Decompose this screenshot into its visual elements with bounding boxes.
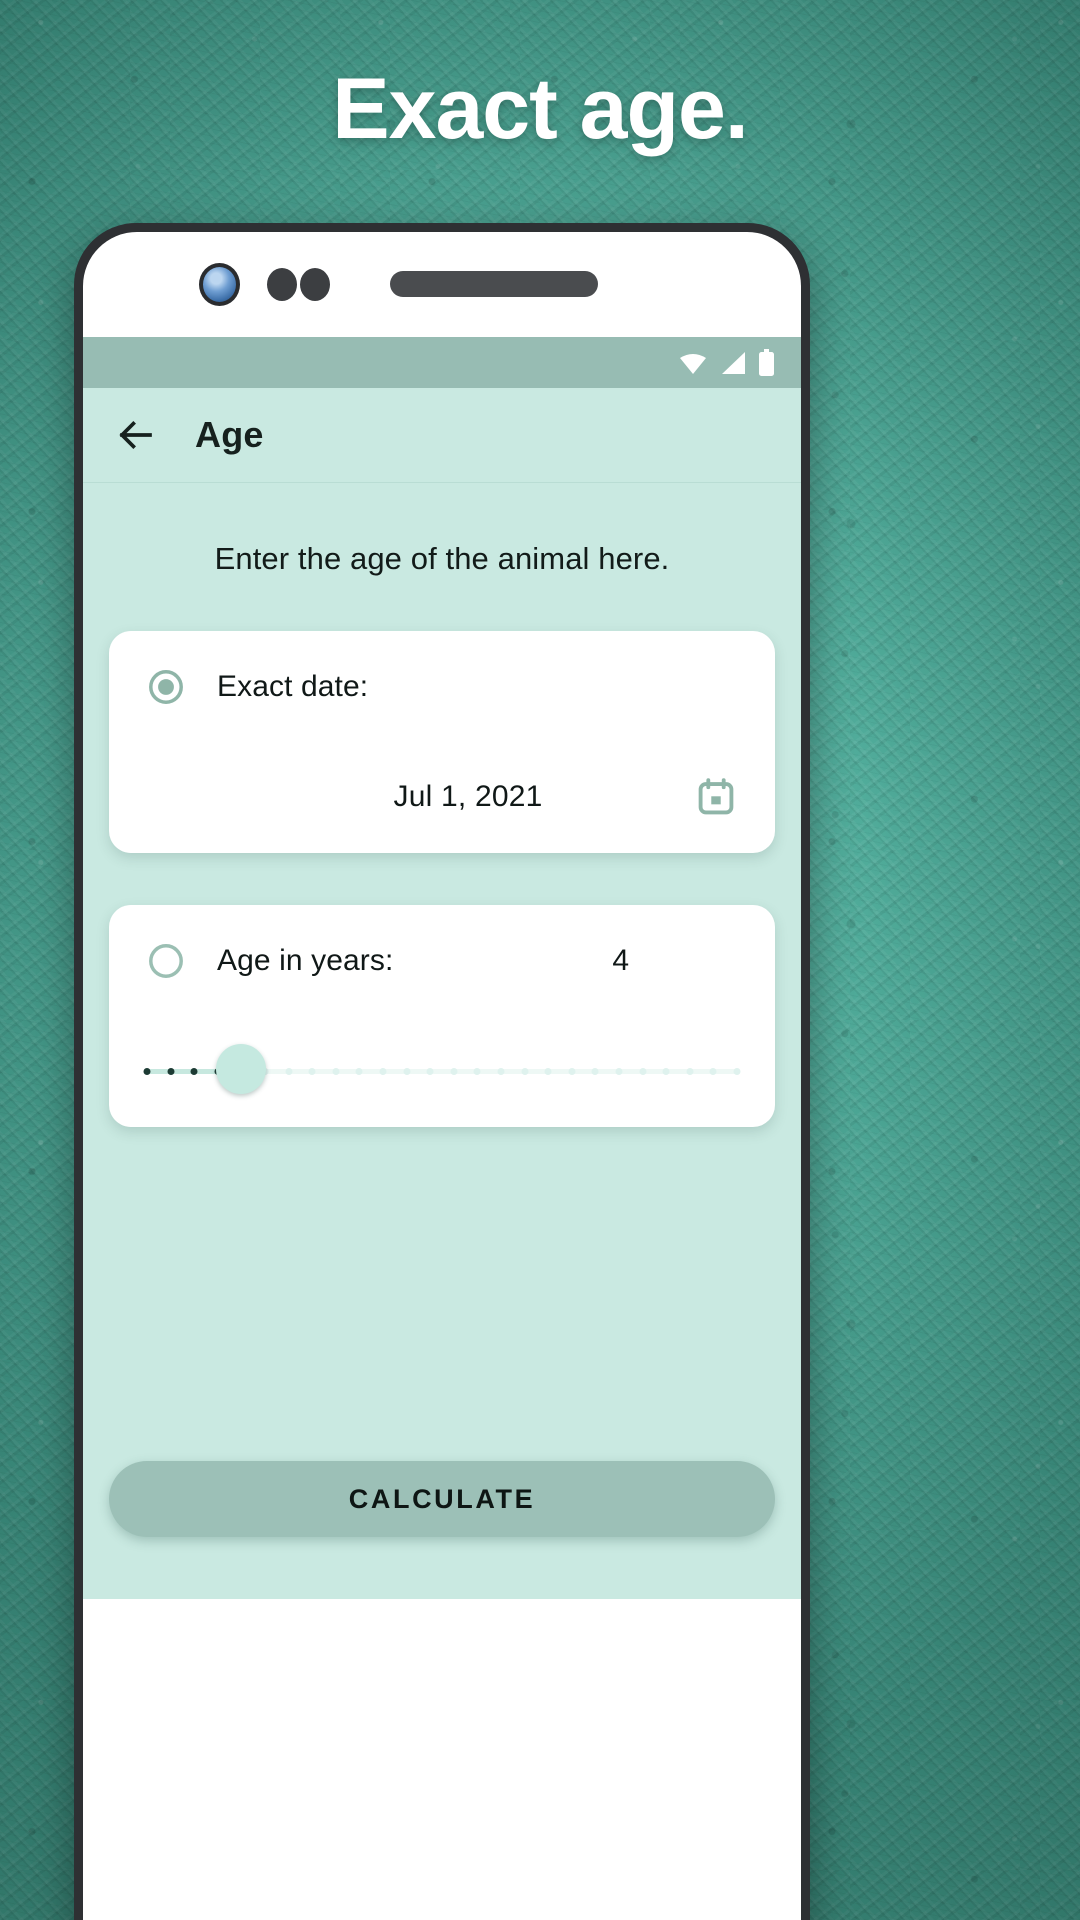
slider-tick — [568, 1067, 576, 1075]
exact-date-option-row[interactable]: Exact date: — [147, 631, 737, 743]
card-exact-date[interactable]: Exact date: Jul 1, 2021 — [109, 631, 775, 853]
camera-lens-icon — [199, 262, 240, 306]
slider-tick — [686, 1067, 694, 1075]
date-picker-row[interactable]: Jul 1, 2021 — [147, 743, 737, 851]
page-title: Age — [195, 414, 264, 455]
slider-tick — [544, 1067, 552, 1075]
slider-tick — [591, 1067, 599, 1075]
age-slider-row[interactable] — [143, 1017, 741, 1125]
slider-tick — [473, 1067, 481, 1075]
sensor-dot-icon — [267, 267, 297, 301]
slider-tick — [332, 1067, 340, 1075]
app-bar: Age — [83, 388, 801, 483]
slider-tick — [379, 1067, 387, 1075]
slider-tick — [426, 1067, 434, 1075]
slider-tick — [143, 1067, 151, 1075]
phone-device-frame: Age Enter the age of the animal here. Ex… — [74, 223, 810, 1920]
app-body: Enter the age of the animal here. Exact … — [83, 483, 801, 1599]
calendar-icon[interactable] — [695, 776, 737, 818]
age-years-value: 4 — [612, 944, 629, 977]
slider-tick — [709, 1067, 717, 1075]
phone-hardware-row — [83, 254, 801, 314]
speaker-grille-icon — [390, 271, 598, 297]
slider-tick — [403, 1067, 411, 1075]
phone-screen: Age Enter the age of the animal here. Ex… — [83, 232, 801, 1920]
radio-unselected-icon[interactable] — [147, 942, 185, 980]
age-years-option-row[interactable]: Age in years: 4 — [147, 905, 737, 1017]
age-slider[interactable] — [143, 1044, 741, 1098]
slider-tick — [639, 1067, 647, 1075]
slider-tick — [497, 1067, 505, 1075]
back-arrow-icon[interactable] — [115, 414, 157, 456]
slider-thumb[interactable] — [216, 1044, 267, 1094]
slider-tick — [285, 1067, 293, 1075]
slider-tick — [355, 1067, 363, 1075]
date-value[interactable]: Jul 1, 2021 — [241, 780, 695, 814]
battery-icon — [759, 348, 774, 376]
slider-tick — [308, 1067, 316, 1075]
radio-selected-icon[interactable] — [147, 668, 185, 706]
slider-tick — [167, 1067, 175, 1075]
slider-tick — [733, 1067, 741, 1075]
card-age-in-years[interactable]: Age in years: 4 — [109, 905, 775, 1127]
slider-tick — [662, 1067, 670, 1075]
calculate-button[interactable]: CALCULATE — [109, 1461, 775, 1537]
app-viewport: Age Enter the age of the animal here. Ex… — [83, 337, 801, 1599]
wifi-icon — [680, 353, 706, 374]
exact-date-label: Exact date: — [217, 670, 369, 703]
age-years-label: Age in years: — [217, 944, 394, 977]
status-bar — [83, 337, 801, 388]
slider-tick — [615, 1067, 623, 1075]
sensor-dot-icon — [300, 267, 330, 301]
slider-tick — [190, 1067, 198, 1075]
screenshot-stage: Exact age. Age Enter the age of the anim… — [0, 0, 1080, 1920]
instruction-text: Enter the age of the animal here. — [214, 541, 670, 576]
slider-tick — [450, 1067, 458, 1075]
cellular-signal-icon — [722, 351, 745, 374]
promo-headline: Exact age. — [332, 61, 748, 157]
slider-tick — [521, 1067, 529, 1075]
